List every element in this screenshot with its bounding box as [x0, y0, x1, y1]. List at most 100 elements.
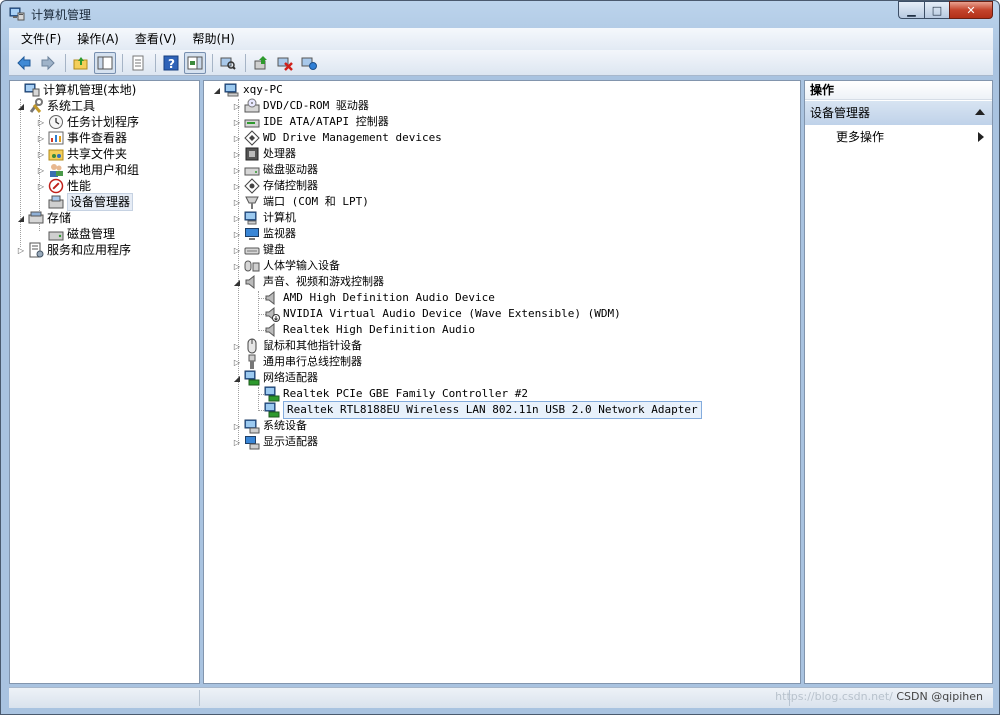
collapse-arrow-icon[interactable]: ◢: [232, 370, 242, 386]
expander: [252, 290, 262, 306]
expand-arrow-icon[interactable]: ▷: [36, 162, 46, 178]
device-category-storage-controllers[interactable]: ▷ 存储控制器: [232, 178, 318, 194]
toolbar-separator: [245, 53, 246, 72]
device-category-ports[interactable]: ▷ 端口 (COM 和 LPT): [232, 194, 369, 210]
device-category-usb[interactable]: ▷ 通用串行总线控制器: [232, 354, 362, 370]
device-category-keyboards[interactable]: ▷ 键盘: [232, 242, 285, 258]
uninstall-button[interactable]: [274, 52, 296, 74]
enable-button[interactable]: [298, 52, 320, 74]
tree-item-device-manager[interactable]: 设备管理器: [36, 193, 134, 211]
collapse-arrow-icon[interactable]: ◢: [16, 98, 26, 114]
tree-item-services-applications[interactable]: ▷ 服务和应用程序: [16, 242, 131, 258]
tree-item-shared-folders[interactable]: ▷ 共享文件夹: [36, 146, 127, 162]
expand-arrow-icon[interactable]: ▷: [36, 146, 46, 162]
expand-arrow-icon[interactable]: ▷: [232, 178, 242, 194]
tree-item-label: 事件查看器: [67, 131, 128, 145]
expand-arrow-icon[interactable]: ▷: [36, 178, 46, 194]
tree-item-computer-management[interactable]: 计算机管理(本地): [12, 82, 136, 98]
tree-item-storage[interactable]: ◢ 存储: [16, 210, 71, 226]
expand-arrow-icon[interactable]: ▷: [232, 210, 242, 226]
tree-item-label: 网络适配器: [263, 371, 318, 384]
help-button[interactable]: ?: [160, 52, 182, 74]
device-item-realtek-wireless[interactable]: Realtek RTL8188EU Wireless LAN 802.11n U…: [252, 401, 702, 419]
forward-button[interactable]: [37, 52, 59, 74]
expand-arrow-icon[interactable]: ▷: [232, 434, 242, 450]
expand-arrow-icon[interactable]: ▷: [232, 162, 242, 178]
expand-arrow-icon[interactable]: ▷: [232, 130, 242, 146]
actions-group-device-manager[interactable]: 设备管理器: [805, 101, 992, 125]
maximize-button[interactable]: □: [924, 1, 949, 19]
device-category-monitors[interactable]: ▷ 监视器: [232, 226, 296, 242]
expand-arrow-icon[interactable]: ▷: [232, 242, 242, 258]
scan-hardware-button[interactable]: [217, 52, 239, 74]
help-icon: ?: [163, 55, 179, 71]
device-category-dvd[interactable]: ▷ DVD/CD-ROM 驱动器: [232, 98, 369, 114]
expand-arrow-icon[interactable]: ▷: [232, 114, 242, 130]
tree-item-label: AMD High Definition Audio Device: [283, 291, 495, 304]
device-tree-pane[interactable]: ◢ xqy-PC ▷ DVD/CD-ROM 驱动器 ▷ IDE ATA/ATAP…: [203, 80, 801, 684]
show-action-pane-button[interactable]: [184, 51, 206, 74]
up-folder-button[interactable]: [70, 52, 92, 74]
properties-button[interactable]: [127, 52, 149, 74]
expand-arrow-icon[interactable]: ▷: [232, 418, 242, 434]
device-category-hid[interactable]: ▷ 人体学输入设备: [232, 258, 340, 274]
more-actions-item[interactable]: 更多操作: [805, 127, 992, 147]
disk-management-icon: [48, 231, 64, 241]
minimize-button[interactable]: ▁: [898, 1, 924, 19]
expand-arrow-icon[interactable]: ▷: [16, 242, 26, 258]
update-driver-button[interactable]: [250, 52, 272, 74]
device-category-display[interactable]: ▷ 显示适配器: [232, 434, 318, 450]
collapse-arrow-icon[interactable]: ◢: [212, 82, 222, 98]
device-item-realtek-pcie[interactable]: Realtek PCIe GBE Family Controller #2: [252, 386, 528, 402]
expand-arrow-icon[interactable]: ▷: [232, 146, 242, 162]
computer-management-icon: [9, 7, 25, 21]
back-button[interactable]: [13, 52, 35, 74]
device-category-network[interactable]: ◢ 网络适配器: [232, 370, 318, 386]
tree-item-local-users-groups[interactable]: ▷ 本地用户和组: [36, 162, 139, 178]
services-icon: [29, 242, 44, 258]
device-item-nvidia-audio[interactable]: NVIDIA Virtual Audio Device (Wave Extens…: [252, 306, 621, 322]
expand-arrow-icon[interactable]: ▷: [232, 338, 242, 354]
device-category-sound[interactable]: ◢ 声音、视频和游戏控制器: [232, 274, 384, 290]
menu-file[interactable]: 文件(F): [13, 29, 69, 49]
tree-item-task-scheduler[interactable]: ▷ 任务计划程序: [36, 114, 139, 130]
expand-arrow-icon[interactable]: ▷: [36, 114, 46, 130]
tree-item-event-viewer[interactable]: ▷ 事件查看器: [36, 130, 127, 146]
expander: [252, 386, 262, 402]
show-tree-button[interactable]: [94, 51, 116, 74]
console-tree-pane[interactable]: 计算机管理(本地) ◢ 系统工具 ▷ 任务计划程序 ▷ 事件查看器 ▷ 共享文件…: [9, 80, 200, 684]
device-category-processor[interactable]: ▷ 处理器: [232, 146, 296, 162]
device-category-wd[interactable]: ▷ WD Drive Management devices: [232, 130, 442, 146]
collapse-arrow-icon[interactable]: ◢: [16, 210, 26, 226]
expand-arrow-icon[interactable]: ▷: [232, 226, 242, 242]
menu-action[interactable]: 操作(A): [69, 29, 127, 49]
expand-arrow-icon[interactable]: ▷: [36, 130, 46, 146]
collapse-triangle-icon[interactable]: [975, 109, 985, 115]
device-category-disk-drives[interactable]: ▷ 磁盘驱动器: [232, 162, 318, 178]
expand-arrow-icon[interactable]: ▷: [232, 98, 242, 114]
device-item-amd-audio[interactable]: AMD High Definition Audio Device: [252, 290, 495, 306]
show-tree-icon: [97, 56, 113, 69]
collapse-arrow-icon[interactable]: ◢: [232, 274, 242, 290]
watermark-author: CSDN @qipihen: [896, 690, 983, 703]
expand-arrow-icon[interactable]: ▷: [232, 258, 242, 274]
device-category-system[interactable]: ▷ 系统设备: [232, 418, 307, 434]
device-category-mice[interactable]: ▷ 鼠标和其他指针设备: [232, 338, 362, 354]
tree-item-system-tools[interactable]: ◢ 系统工具: [16, 98, 95, 114]
expand-arrow-icon[interactable]: ▷: [232, 354, 242, 370]
tree-item-label: 磁盘管理: [67, 227, 116, 241]
processor-icon: [245, 147, 259, 161]
speaker-disabled-icon: [265, 306, 280, 322]
device-item-realtek-audio[interactable]: Realtek High Definition Audio: [252, 322, 475, 338]
device-root-computer[interactable]: ◢ xqy-PC: [212, 82, 283, 98]
menu-view[interactable]: 查看(V): [127, 29, 185, 49]
menu-help[interactable]: 帮助(H): [184, 29, 242, 49]
close-button[interactable]: ✕: [949, 1, 993, 19]
tree-item-label: NVIDIA Virtual Audio Device (Wave Extens…: [283, 307, 621, 320]
tree-item-performance[interactable]: ▷ 性能: [36, 178, 91, 194]
device-category-computer[interactable]: ▷ 计算机: [232, 210, 296, 226]
device-category-ide[interactable]: ▷ IDE ATA/ATAPI 控制器: [232, 114, 389, 130]
expand-arrow-icon[interactable]: ▷: [232, 194, 242, 210]
title-bar[interactable]: 计算机管理 ▁ □ ✕: [1, 1, 999, 27]
tree-item-disk-management[interactable]: 磁盘管理: [36, 226, 115, 242]
